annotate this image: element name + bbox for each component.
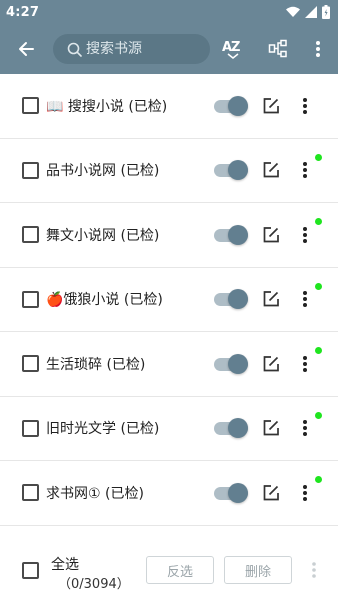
selection-count: （0/3094） <box>58 577 130 592</box>
update-dot <box>315 411 322 419</box>
enable-switch[interactable] <box>214 482 248 503</box>
list-item[interactable]: 📖 搜搜小说 (已检) <box>0 74 338 139</box>
list-item-partial <box>0 526 338 541</box>
battery-icon <box>322 5 330 19</box>
cell-signal-icon <box>305 6 317 18</box>
update-dot <box>315 476 322 483</box>
item-checkbox[interactable] <box>22 97 39 115</box>
arrow-left-icon <box>19 42 34 56</box>
sort-az-icon: AZ <box>221 38 243 60</box>
list-item[interactable]: 旧时光文学 (已检) <box>0 397 338 461</box>
more-vertical-icon <box>303 484 307 501</box>
enable-switch[interactable] <box>214 95 248 116</box>
edit-icon[interactable] <box>262 290 280 308</box>
item-checkbox[interactable] <box>22 484 39 502</box>
more-vertical-icon <box>303 355 307 372</box>
group-tree-icon <box>268 39 287 58</box>
status-time: 4:27 <box>6 4 40 20</box>
update-dot <box>315 218 322 225</box>
source-name: 📖 搜搜小说 (已检) <box>46 98 168 115</box>
edit-icon[interactable] <box>262 484 280 502</box>
search-box[interactable] <box>53 34 210 64</box>
edit-icon[interactable] <box>262 355 280 373</box>
enable-switch[interactable] <box>214 418 248 439</box>
list-item[interactable]: 🍎饿狼小说 (已检) <box>0 268 338 332</box>
edit-icon[interactable] <box>262 97 280 115</box>
list-item[interactable]: 生活琐碎 (已检) <box>0 332 338 397</box>
more-vertical-icon <box>303 226 307 243</box>
more-vertical-icon <box>312 562 316 578</box>
edit-icon[interactable] <box>262 226 280 244</box>
more-vertical-icon <box>303 162 307 179</box>
edit-icon[interactable] <box>262 419 280 437</box>
select-all-label: 全选 <box>51 557 79 573</box>
source-list[interactable]: 📖 搜搜小说 (已检) 品书小说网 (已检) 舞文小说网 (已检) 🍎饿狼小说 … <box>0 74 338 540</box>
enable-switch[interactable] <box>214 353 248 374</box>
overflow-menu-button[interactable] <box>298 24 338 74</box>
source-name: 求书网① (已检) <box>46 485 144 502</box>
invert-selection-button[interactable]: 反选 <box>146 556 214 584</box>
source-name: 舞文小说网 (已检) <box>46 227 160 244</box>
item-checkbox[interactable] <box>22 290 39 308</box>
update-dot <box>315 347 322 354</box>
list-item[interactable]: 舞文小说网 (已检) <box>0 203 338 268</box>
item-more-button[interactable] <box>298 160 312 180</box>
toolbar: AZ <box>0 24 338 74</box>
search-input[interactable] <box>86 41 196 57</box>
group-button[interactable] <box>258 24 298 74</box>
item-more-button[interactable] <box>298 418 312 438</box>
delete-button[interactable]: 删除 <box>224 556 292 584</box>
bottom-more-button[interactable] <box>308 560 320 580</box>
search-icon <box>67 42 82 57</box>
more-vertical-icon <box>303 420 307 437</box>
enable-switch[interactable] <box>214 289 248 310</box>
item-checkbox[interactable] <box>22 355 39 373</box>
status-bar: 4:27 <box>0 0 338 24</box>
item-more-button[interactable] <box>298 96 312 116</box>
more-vertical-icon <box>316 41 320 57</box>
item-more-button[interactable] <box>298 289 312 309</box>
source-name: 🍎饿狼小说 (已检) <box>46 292 163 309</box>
more-vertical-icon <box>303 291 307 308</box>
enable-switch[interactable] <box>214 160 248 181</box>
edit-icon[interactable] <box>262 161 280 179</box>
status-icons <box>286 5 330 19</box>
back-button[interactable] <box>6 24 46 74</box>
item-more-button[interactable] <box>298 483 312 503</box>
select-all-checkbox[interactable] <box>22 562 39 579</box>
update-dot <box>315 282 322 290</box>
item-checkbox[interactable] <box>22 419 39 437</box>
update-dot <box>315 153 322 161</box>
wifi-icon <box>286 6 300 17</box>
more-vertical-icon <box>303 97 307 114</box>
source-name: 品书小说网 (已检) <box>46 163 160 180</box>
item-more-button[interactable] <box>298 354 312 374</box>
source-name: 生活琐碎 (已检) <box>46 356 146 373</box>
source-name: 旧时光文学 (已检) <box>46 421 160 438</box>
list-item[interactable]: 品书小说网 (已检) <box>0 139 338 203</box>
bottom-action-bar: 全选 （0/3094） 反选 删除 <box>0 540 338 600</box>
enable-switch[interactable] <box>214 224 248 245</box>
item-checkbox[interactable] <box>22 226 39 244</box>
item-checkbox[interactable] <box>22 161 39 179</box>
list-item[interactable]: 求书网① (已检) <box>0 461 338 526</box>
sort-button[interactable]: AZ <box>212 24 252 74</box>
item-more-button[interactable] <box>298 225 312 245</box>
